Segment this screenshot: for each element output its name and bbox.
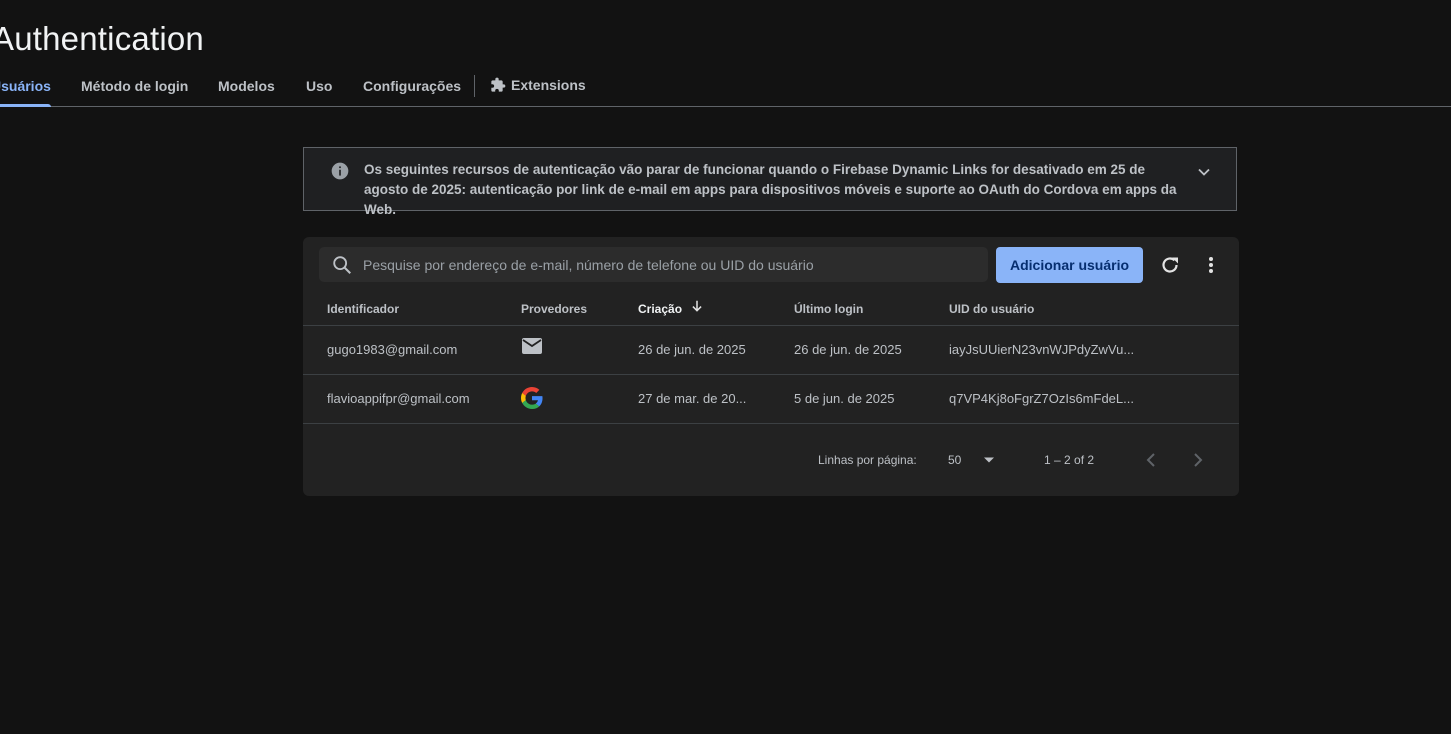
column-header-criacao[interactable]: Criação [638, 293, 704, 325]
deprecation-banner: Os seguintes recursos de autenticação vã… [303, 147, 1237, 217]
rows-per-page-select[interactable]: 50 [948, 447, 995, 473]
puzzle-icon [490, 77, 506, 93]
cell-created: 26 de jun. de 2025 [638, 342, 746, 357]
chevron-down-icon[interactable] [1194, 162, 1214, 187]
column-header-criacao-label: Criação [638, 302, 683, 316]
arrow-down-icon [690, 293, 704, 325]
cell-created: 27 de mar. de 20... [638, 391, 747, 406]
chevron-left-icon[interactable] [1142, 448, 1160, 477]
cell-identifier: flavioappifpr@gmail.com [327, 391, 470, 406]
tab-metodo-de-login[interactable]: Método de login [81, 64, 188, 106]
cell-uid: iayJsUUierN23vnWJPdyZwVu... [949, 342, 1135, 357]
column-header-uid: UID do usuário [949, 302, 1035, 316]
users-card: Adicionar usuário Identificador Provedor… [303, 237, 1239, 496]
tab-modelos[interactable]: Modelos [218, 64, 275, 106]
column-header-provedores: Provedores [521, 302, 588, 316]
chevron-right-icon[interactable] [1189, 448, 1207, 477]
page-title: Authentication [0, 20, 204, 57]
page-range: 1 – 2 of 2 [1044, 453, 1095, 467]
cell-identifier: gugo1983@gmail.com [327, 342, 458, 357]
tab-bar: Usuários Método de login Modelos Uso Con… [0, 64, 1451, 107]
refresh-icon[interactable] [1158, 253, 1182, 282]
pagination: Linhas por página: 50 1 – 2 of 2 [303, 447, 1239, 473]
banner-text: Os seguintes recursos de autenticação vã… [364, 162, 1177, 217]
email-icon [521, 337, 543, 355]
cell-last-login: 26 de jun. de 2025 [794, 342, 902, 357]
google-icon [521, 387, 543, 409]
info-icon [330, 161, 350, 186]
table-row[interactable]: gugo1983@gmail.com 26 de jun. de 2025 26… [303, 326, 1239, 375]
column-header-ultimo-login[interactable]: Último login [794, 293, 863, 325]
auth-page: Authentication Usuários Método de login … [0, 0, 1451, 734]
search-input[interactable] [363, 247, 973, 282]
rows-per-page-value: 50 [948, 453, 962, 467]
rows-per-page-label: Linhas por página: [818, 453, 917, 467]
search-icon [331, 254, 353, 281]
tab-divider [474, 75, 475, 97]
column-header-identificador[interactable]: Identificador [327, 293, 399, 325]
add-user-button[interactable]: Adicionar usuário [996, 247, 1143, 283]
tab-extensions-label: Extensions [511, 77, 586, 93]
tab-usuarios[interactable]: Usuários [0, 64, 51, 107]
tab-extensions[interactable]: Extensions [490, 64, 586, 106]
dropdown-arrow-icon [983, 453, 995, 467]
table-row[interactable]: flavioappifpr@gmail.com 27 de mar. de 20… [303, 375, 1239, 424]
cell-uid: q7VP4Kj8oFgrZ7OzIs6mFdeL... [949, 391, 1134, 406]
tab-uso[interactable]: Uso [306, 64, 332, 106]
tab-configuracoes[interactable]: Configurações [363, 64, 461, 106]
more-options-icon[interactable] [1201, 253, 1221, 282]
cell-last-login: 5 de jun. de 2025 [794, 391, 895, 406]
table-header: Identificador Provedores Criação Último … [303, 293, 1239, 326]
search-box [319, 247, 988, 282]
